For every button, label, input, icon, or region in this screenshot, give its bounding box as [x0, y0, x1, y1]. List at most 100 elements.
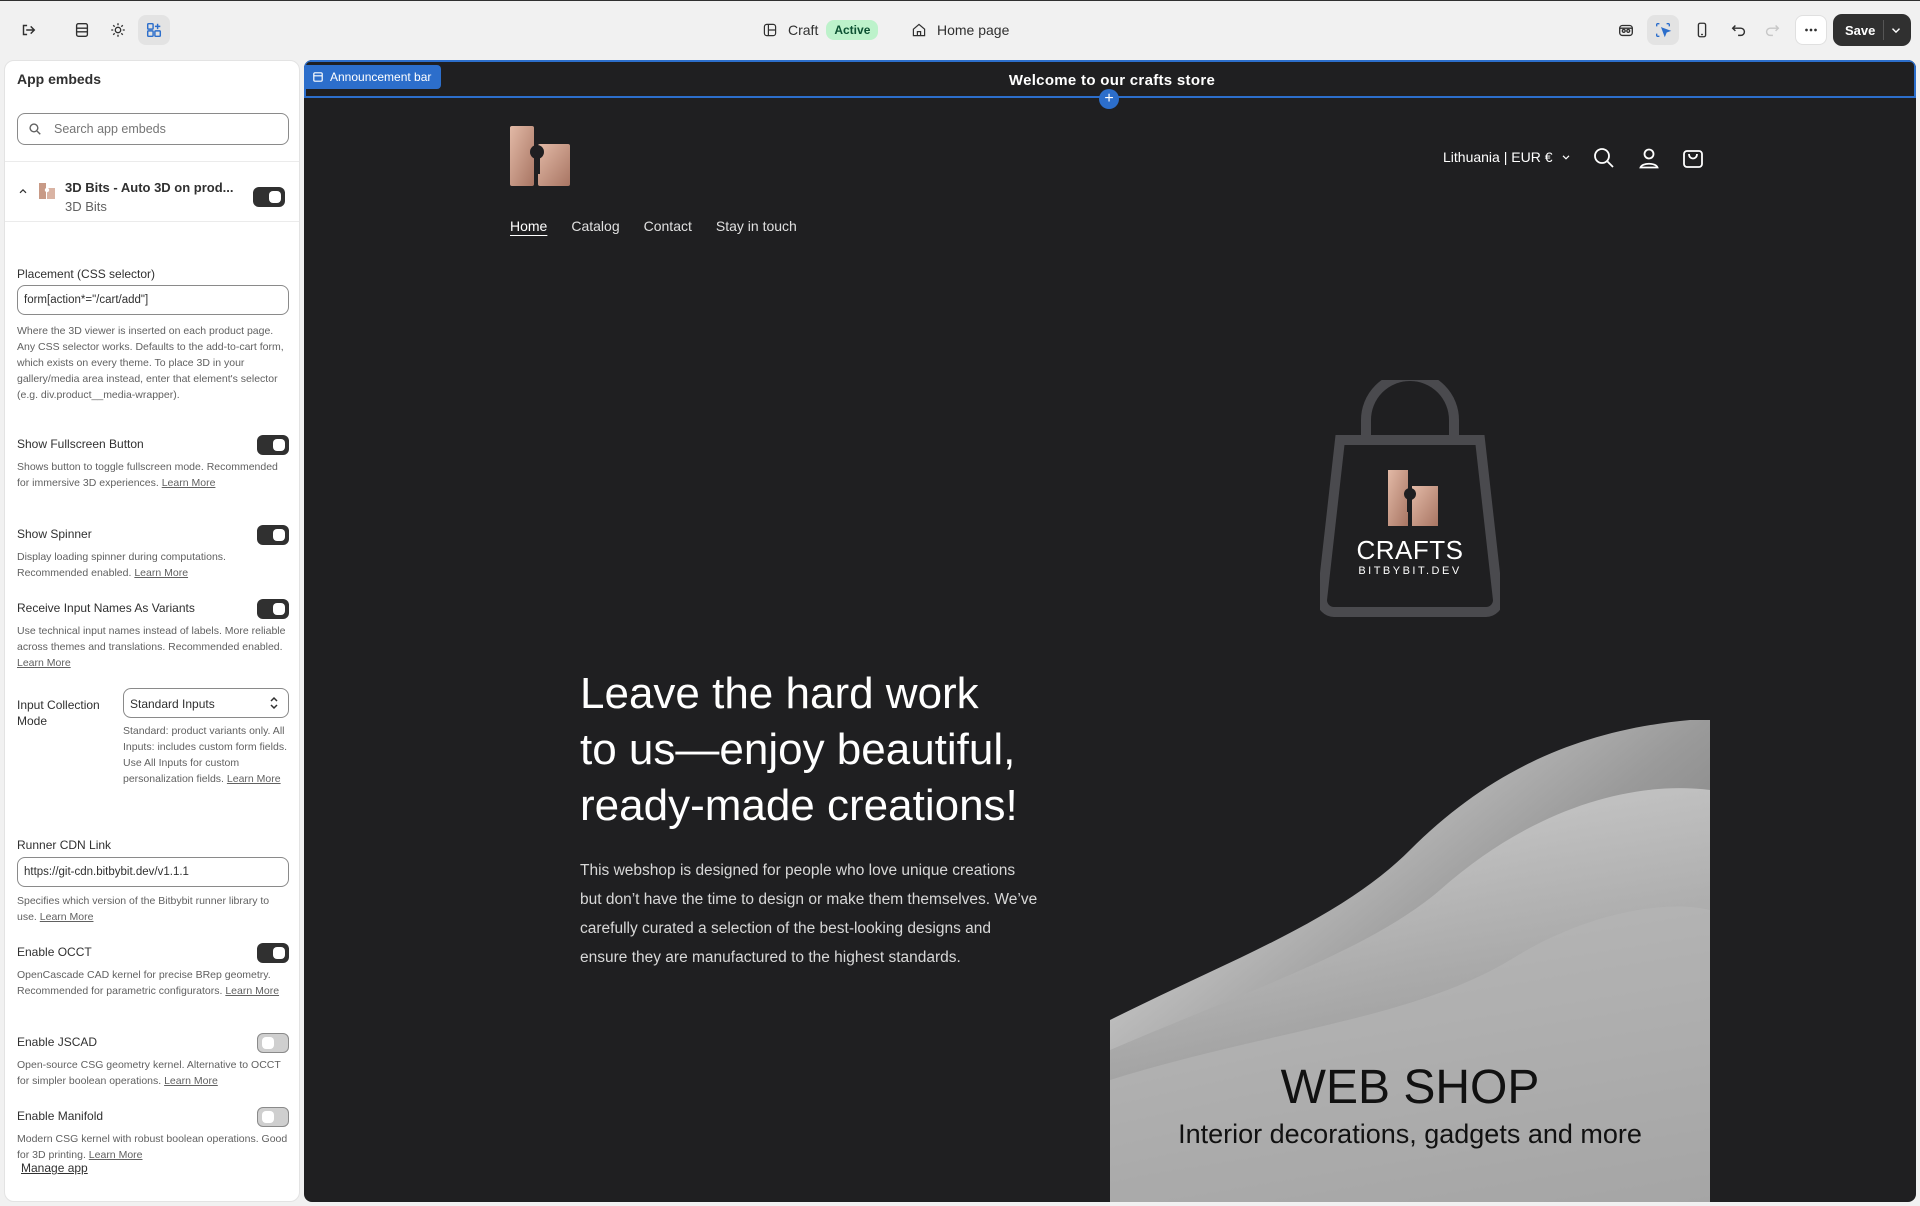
cart-icon	[1683, 150, 1703, 168]
toggle-knob	[269, 191, 281, 203]
exit-button[interactable]	[12, 15, 44, 45]
occt-label: Enable OCCT	[17, 945, 92, 959]
editor-topbar: Craft Active Home page Save	[0, 0, 1920, 58]
more-actions-button[interactable]	[1795, 15, 1827, 45]
cart-button[interactable]	[1681, 146, 1705, 170]
divider	[5, 221, 299, 222]
input-names-toggle[interactable]	[257, 599, 289, 619]
spinner-toggle[interactable]	[257, 525, 289, 545]
apps-icon	[146, 22, 162, 38]
add-section-button[interactable]: +	[1099, 89, 1119, 109]
search-input[interactable]	[52, 121, 272, 137]
app-enabled-toggle[interactable]	[253, 187, 285, 207]
bag-subtitle: BITBYBIT.DEV	[1358, 565, 1462, 577]
undo-button[interactable]	[1723, 15, 1755, 45]
store-logo[interactable]	[510, 126, 570, 186]
toggle-knob	[273, 439, 285, 451]
spinner-learn-more-link[interactable]: Learn More	[134, 567, 188, 579]
bag-title: CRAFTS	[1356, 535, 1464, 565]
input-names-label: Receive Input Names As Variants	[17, 601, 195, 615]
fullscreen-toggle[interactable]	[257, 435, 289, 455]
theme-icon	[763, 23, 777, 37]
storefront-preview[interactable]: Announcement bar Welcome to our crafts s…	[304, 60, 1916, 1202]
jscad-label: Enable JSCAD	[17, 1035, 98, 1049]
select-element-button[interactable]	[1647, 15, 1679, 45]
input-names-help: Use technical input names instead of lab…	[17, 623, 293, 671]
account-button[interactable]	[1637, 146, 1661, 170]
occt-toggle[interactable]	[257, 943, 289, 963]
more-icon	[1805, 28, 1817, 32]
sections-button[interactable]	[66, 15, 98, 45]
spinner-label: Show Spinner	[17, 527, 92, 541]
nav-item-catalog[interactable]: Catalog	[571, 218, 619, 234]
chevron-up-icon[interactable]	[17, 185, 29, 197]
jscad-help: Open-source CSG geometry kernel. Alterna…	[17, 1057, 293, 1089]
nav-item-home[interactable]: Home	[510, 218, 547, 234]
hero-headline: Leave the hard work to us—enjoy beautifu…	[580, 666, 1080, 834]
undo-icon	[1731, 24, 1746, 37]
theme-selector[interactable]: Craft Active	[762, 1, 879, 59]
manifold-label: Enable Manifold	[17, 1109, 104, 1123]
manifold-toggle[interactable]	[257, 1107, 289, 1127]
search-icon	[29, 123, 41, 135]
manifold-learn-more-link[interactable]: Learn More	[89, 1149, 143, 1161]
toggle-knob	[273, 947, 285, 959]
app-embed-row[interactable]: 3D Bits - Auto 3D on prod... 3D Bits	[5, 161, 299, 221]
mobile-view-button[interactable]	[1686, 15, 1718, 45]
manage-app-link[interactable]: Manage app	[21, 1161, 88, 1175]
theme-settings-button[interactable]	[102, 15, 134, 45]
save-button[interactable]: Save	[1833, 14, 1911, 46]
fullscreen-learn-more-link[interactable]: Learn More	[162, 477, 216, 489]
home-icon	[912, 23, 926, 37]
region-selector[interactable]: Lithuania | EUR €	[1443, 149, 1572, 165]
toggle-knob	[273, 529, 285, 541]
runner-learn-more-link[interactable]: Learn More	[40, 911, 94, 923]
placement-help: Where the 3D viewer is inserted on each …	[17, 325, 284, 401]
collection-mode-label: Input Collection Mode	[17, 698, 100, 728]
redo-button[interactable]	[1756, 15, 1788, 45]
crafts-bag-graphic	[1320, 380, 1500, 617]
occt-learn-more-link[interactable]: Learn More	[225, 985, 279, 997]
spinner-help-text: Display loading spinner during computati…	[17, 551, 226, 579]
store-search-button[interactable]	[1592, 146, 1616, 170]
sections-icon	[75, 23, 89, 37]
headline-line: ready-made creations!	[580, 781, 1018, 830]
nav-item-stay-in-touch[interactable]: Stay in touch	[716, 218, 797, 234]
collection-mode-value: Standard Inputs	[130, 697, 215, 711]
runner-input[interactable]	[17, 857, 289, 887]
save-label: Save	[1845, 22, 1876, 38]
placement-input[interactable]	[17, 285, 289, 315]
spinner-help: Display loading spinner during computati…	[17, 549, 277, 581]
cursor-select-icon	[1656, 23, 1672, 38]
jscad-learn-more-link[interactable]: Learn More	[164, 1075, 218, 1087]
input-names-learn-more-link[interactable]: Learn More	[17, 657, 71, 669]
hero-body: This webshop is designed for people who …	[580, 862, 1038, 966]
collection-mode-select[interactable]: Standard Inputs	[123, 688, 289, 718]
toggle-knob	[262, 1037, 274, 1049]
promo-title: WEB SHOP	[1280, 1061, 1540, 1114]
preview-inspector-button[interactable]	[1610, 15, 1642, 45]
save-divider	[1883, 20, 1884, 40]
jscad-toggle[interactable]	[257, 1033, 289, 1053]
panel-title: App embeds	[17, 71, 102, 87]
app-logo-icon	[39, 183, 55, 199]
page-selector[interactable]: Home page	[911, 1, 1009, 59]
toggle-knob	[262, 1111, 274, 1123]
theme-name: Craft	[788, 22, 819, 38]
gear-icon	[111, 23, 125, 37]
collection-mode-learn-more-link[interactable]: Learn More	[227, 773, 281, 785]
main-nav: Home Catalog Contact Stay in touch	[510, 218, 797, 234]
chevron-down-icon[interactable]	[1889, 23, 1903, 37]
search-box[interactable]	[17, 113, 289, 145]
app-embeds-button[interactable]	[138, 15, 170, 45]
promo-subtitle: Interior decorations, gadgets and more	[1178, 1119, 1642, 1149]
status-badge: Active	[826, 20, 879, 40]
app-embeds-panel: App embeds 3D Bits - Auto 3D on prod... …	[4, 60, 300, 1202]
manifold-help-text: Modern CSG kernel with robust boolean op…	[17, 1133, 288, 1161]
mobile-icon	[1697, 22, 1707, 38]
runner-help: Specifies which version of the Bitbybit …	[17, 893, 287, 925]
app-vendor: 3D Bits	[65, 199, 107, 214]
nav-item-contact[interactable]: Contact	[644, 218, 692, 234]
exit-icon	[22, 24, 36, 36]
toggle-knob	[273, 603, 285, 615]
